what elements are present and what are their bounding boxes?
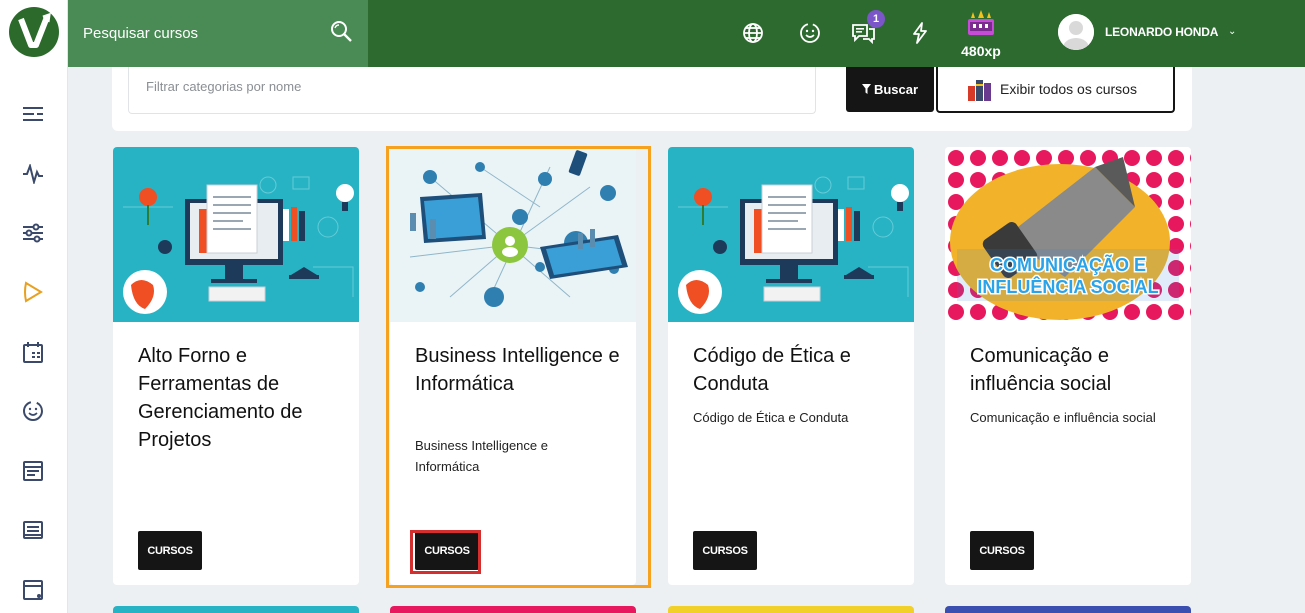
activity-icon[interactable] [20,161,46,187]
show-all-courses-button[interactable]: Exibir todos os cursos [936,67,1175,113]
user-name[interactable]: LEONARDO HONDA [1105,25,1218,39]
top-bar: Pesquisar cursos 1 480xp LEONARDO HONDA … [68,0,1305,67]
course-card[interactable]: Alto Forno e Ferramentas de Gerenciament… [113,147,359,585]
course-card[interactable]: COMUNICAÇÃO E INFLUÊNCIA SOCIAL Comunica… [945,147,1191,585]
course-title[interactable]: Business Intelligence e Informática [415,342,620,398]
smiley-icon[interactable] [797,20,823,46]
filter-panel: Filtrar categorias por nome Buscar Exibi… [112,67,1192,131]
course-title[interactable]: Comunicação e influência social [970,342,1175,398]
course-title[interactable]: Código de Ética e Conduta [693,342,898,398]
banner-line-1: COMUNICAÇÃO E [990,254,1146,275]
course-subtitle: Código de Ética e Conduta [693,410,849,425]
course-subtitle: Comunicação e influência social [970,410,1156,425]
calendar-icon[interactable] [20,339,46,365]
filter-icon [861,82,871,97]
trophy-chest-icon [968,10,994,35]
course-image-computer [113,147,359,322]
lightning-icon[interactable] [907,20,933,46]
list-icon[interactable] [20,101,46,127]
avatar[interactable] [1058,14,1094,50]
card-preview-strip [113,606,359,613]
course-image-megaphone: COMUNICAÇÃO E INFLUÊNCIA SOCIAL [945,147,1191,322]
card-preview-strip [945,606,1191,613]
course-image-network [390,147,636,322]
document-icon[interactable] [20,517,46,543]
course-image-computer [668,147,914,322]
banner-line-2: INFLUÊNCIA SOCIAL [977,276,1158,297]
chevron-down-icon[interactable]: ⌄ [1228,26,1236,37]
buscar-button[interactable]: Buscar [846,67,934,112]
smiley-icon[interactable] [20,398,46,424]
cursos-tag[interactable]: CURSOS [693,531,757,570]
cursos-tag[interactable]: CURSOS [138,531,202,570]
books-icon [966,74,994,105]
exibir-label: Exibir todos os cursos [1000,81,1137,97]
logo-icon[interactable] [9,7,59,57]
globe-icon[interactable] [740,20,766,46]
left-sidebar [0,0,68,613]
cursos-tag[interactable]: CURSOS [970,531,1034,570]
search-icon[interactable] [330,20,354,49]
xp-label: 480xp [961,43,1001,59]
course-card[interactable]: Business Intelligence e Informática Busi… [390,147,636,585]
course-subtitle: Business Intelligence e Informática [415,438,548,474]
xp-widget[interactable]: 480xp [961,9,1001,59]
search-box[interactable]: Pesquisar cursos [68,0,368,67]
course-title[interactable]: Alto Forno e Ferramentas de Gerenciament… [138,342,343,454]
course-card[interactable]: Código de Ética e Conduta Código de Étic… [668,147,914,585]
play-icon[interactable] [20,279,46,305]
sliders-icon[interactable] [20,220,46,246]
search-input[interactable]: Pesquisar cursos [83,25,198,42]
cursos-tag[interactable]: CURSOS [415,531,479,570]
category-filter-input[interactable]: Filtrar categorias por nome [128,67,816,114]
news-icon[interactable] [20,458,46,484]
notification-badge: 1 [867,10,885,28]
buscar-label: Buscar [873,82,919,97]
card-preview-strip [668,606,914,613]
window-icon[interactable] [20,577,46,603]
card-preview-strip [390,606,636,613]
